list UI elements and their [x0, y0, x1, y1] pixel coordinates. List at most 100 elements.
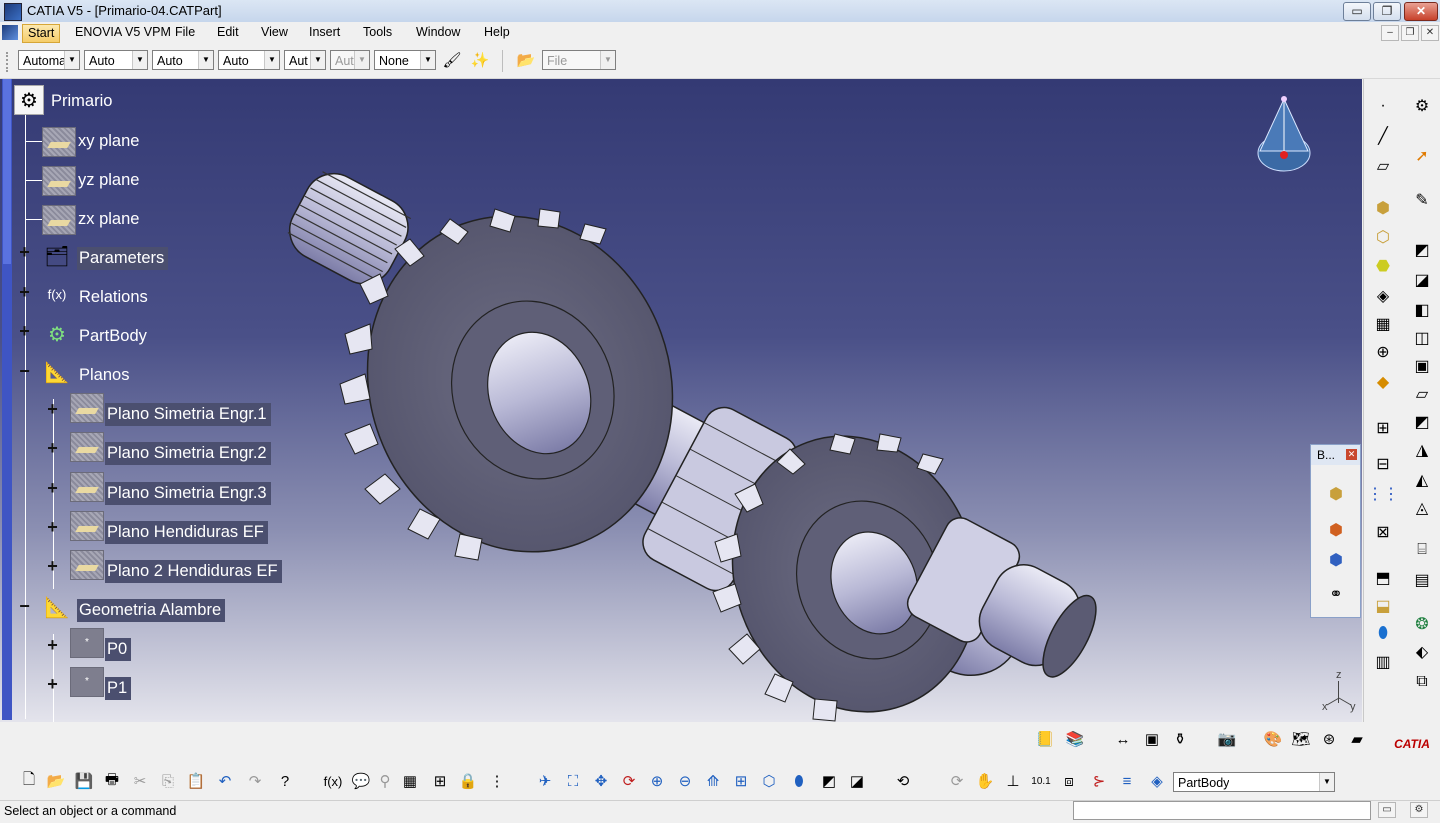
floating-toolbar-close-icon[interactable]: ✕: [1346, 449, 1357, 460]
hand-icon[interactable]: ✋: [972, 768, 998, 794]
minimize-button[interactable]: ▭: [1343, 2, 1371, 21]
restore-button[interactable]: ❐: [1373, 2, 1401, 21]
menu-help[interactable]: Help: [479, 24, 515, 41]
shaft-icon[interactable]: ⬣: [1370, 253, 1396, 279]
tree-node-p0[interactable]: P0: [105, 638, 132, 661]
thickness-icon[interactable]: ▣: [1409, 353, 1435, 379]
fill-color-combo[interactable]: Automa ▼: [18, 50, 80, 70]
hide-show-icon[interactable]: ◩: [816, 768, 842, 794]
measure-icon[interactable]: ↔: [1110, 726, 1136, 752]
multi-view-icon[interactable]: ⊞: [728, 768, 754, 794]
work-object-icon[interactable]: ⧈: [1056, 768, 1082, 794]
doc-close-button[interactable]: ✕: [1421, 25, 1439, 41]
menu-insert[interactable]: Insert: [304, 24, 345, 41]
normal-view-icon[interactable]: ⟰: [700, 768, 726, 794]
doc-restore-button[interactable]: ❐: [1401, 25, 1419, 41]
rotate-view-icon[interactable]: ⟳: [616, 768, 642, 794]
analysis-icon[interactable]: ▰: [1344, 726, 1370, 752]
tree-node-plano-hendiduras[interactable]: Plano Hendiduras EF: [105, 521, 268, 544]
expand-icon[interactable]: +: [46, 479, 59, 497]
comment-icon[interactable]: 💬: [348, 768, 374, 794]
close-button[interactable]: ✕: [1404, 2, 1438, 21]
scaling-icon[interactable]: ⊠: [1370, 519, 1396, 545]
rect-pattern-icon[interactable]: ◭: [1409, 467, 1435, 493]
cut-icon[interactable]: ✂: [127, 768, 153, 794]
shell-icon[interactable]: ◫: [1409, 325, 1435, 351]
rib-icon[interactable]: ⊕: [1370, 339, 1396, 365]
line-color-combo[interactable]: Auto ▼: [84, 50, 148, 70]
paste-icon[interactable]: 📋: [183, 768, 209, 794]
layer-combo[interactable]: None ▼: [374, 50, 436, 70]
constraint-icon[interactable]: ⊱: [1086, 768, 1112, 794]
insert-body-icon[interactable]: ⬢: [1323, 481, 1349, 507]
expand-icon[interactable]: +: [18, 322, 31, 340]
status-toggle-2-icon[interactable]: ⚙: [1410, 802, 1428, 818]
update-icon[interactable]: ⟲: [890, 768, 916, 794]
save-icon[interactable]: 💾: [71, 768, 97, 794]
line-thickness-combo[interactable]: Auto ▼: [152, 50, 214, 70]
plane-tool-icon[interactable]: ▱: [1370, 153, 1396, 179]
point-tool-icon[interactable]: ·: [1370, 93, 1396, 119]
catalog-browser-icon[interactable]: 📚: [1062, 726, 1088, 752]
tree-node-yz-plane[interactable]: yz plane: [78, 169, 139, 192]
expand-icon[interactable]: +: [46, 400, 59, 418]
pan-icon[interactable]: ✥: [588, 768, 614, 794]
expand-icon[interactable]: +: [18, 283, 31, 301]
tree-node-partbody[interactable]: PartBody: [79, 325, 147, 348]
sketcher-icon[interactable]: ✎: [1409, 187, 1435, 213]
menu-window[interactable]: Window: [411, 24, 465, 41]
open-file-icon[interactable]: 📂: [43, 768, 69, 794]
union-icon[interactable]: ⚭: [1323, 581, 1349, 607]
edge-fillet-icon[interactable]: ◩: [1409, 237, 1435, 263]
draft-icon[interactable]: ◧: [1409, 297, 1435, 323]
iso-view-icon[interactable]: ⬡: [756, 768, 782, 794]
point-symbol-combo[interactable]: Aut ▼: [284, 50, 326, 70]
slot-icon[interactable]: ◆: [1370, 369, 1396, 395]
menu-start[interactable]: Start: [22, 24, 61, 43]
add-icon[interactable]: ❂: [1409, 611, 1435, 637]
doc-minimize-button[interactable]: –: [1381, 25, 1399, 41]
tree-node-parameters[interactable]: Parameters: [77, 247, 169, 270]
lock-icon[interactable]: 🔒: [455, 768, 481, 794]
menu-file[interactable]: File: [170, 24, 200, 41]
compass-icon[interactable]: [1250, 93, 1318, 177]
collapse-icon[interactable]: −: [18, 597, 31, 615]
hole-icon[interactable]: ▦: [1370, 311, 1396, 337]
catalog-icon[interactable]: 📒: [1032, 726, 1058, 752]
chamfer-icon[interactable]: ◪: [1409, 267, 1435, 293]
remove-icon[interactable]: ⬮: [1370, 621, 1396, 647]
update-all-icon[interactable]: ⟳: [944, 768, 970, 794]
knowledge-icon[interactable]: 🗺: [1288, 726, 1314, 752]
catia-app-icon[interactable]: [4, 3, 22, 21]
line-type-combo[interactable]: Auto ▼: [218, 50, 280, 70]
formula-icon[interactable]: ⊛: [1316, 726, 1342, 752]
menu-view[interactable]: View: [256, 24, 293, 41]
redo-icon[interactable]: ↷: [242, 768, 268, 794]
properties-painter-icon[interactable]: ✨: [468, 48, 492, 72]
tree-node-planos[interactable]: Planos: [79, 364, 129, 387]
circ-pattern-icon[interactable]: ⋮⋮: [1367, 481, 1399, 507]
shading-icon[interactable]: ⬮: [786, 768, 812, 794]
menu-tools[interactable]: Tools: [358, 24, 397, 41]
assemble-icon[interactable]: ⬢: [1323, 547, 1349, 573]
tree-node-plano-simetria-2[interactable]: Plano Simetria Engr.2: [105, 442, 271, 465]
link-icon[interactable]: ⚲: [372, 768, 398, 794]
format-painter-icon[interactable]: 🖌: [440, 48, 464, 72]
tolerance-icon[interactable]: 10.1: [1028, 768, 1054, 794]
new-file-icon[interactable]: 🗋: [16, 768, 42, 794]
whats-this-icon[interactable]: ?: [272, 768, 298, 794]
rules-icon[interactable]: ⋮: [484, 768, 510, 794]
expand-icon[interactable]: +: [18, 243, 31, 261]
zoom-out-icon[interactable]: ⊖: [672, 768, 698, 794]
swap-space-icon[interactable]: ◪: [844, 768, 870, 794]
tree-node-plano-simetria-1[interactable]: Plano Simetria Engr.1: [105, 403, 271, 426]
expand-icon[interactable]: +: [46, 557, 59, 575]
part-root-icon[interactable]: ⚙: [14, 85, 44, 115]
tree-node-plano-2-hendiduras[interactable]: Plano 2 Hendiduras EF: [105, 560, 282, 583]
tree-node-xy-plane[interactable]: xy plane: [78, 130, 139, 153]
open-folder-icon[interactable]: 📂: [514, 48, 538, 72]
file-combo[interactable]: File ▼: [542, 50, 616, 70]
rendering-style-combo[interactable]: Aut ▼: [330, 50, 370, 70]
menu-edit[interactable]: Edit: [212, 24, 244, 41]
apply-material-icon[interactable]: 🎨: [1260, 726, 1286, 752]
